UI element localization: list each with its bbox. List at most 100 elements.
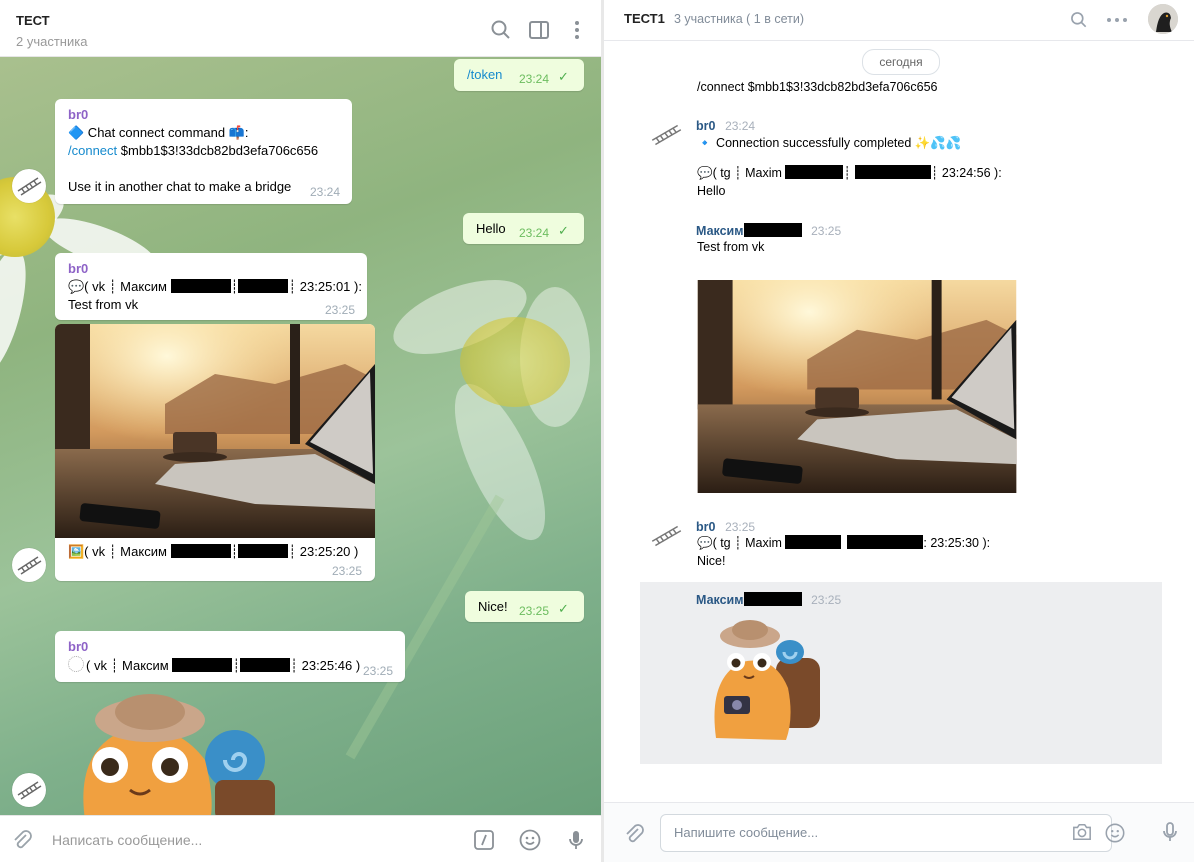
redacted-block [785, 535, 842, 549]
search-icon[interactable] [1069, 10, 1089, 30]
message-line: 💬( tg ┊ Maxim : 23:25:30 ): [697, 535, 990, 552]
redacted-block [170, 279, 231, 293]
message-text: /connect $mbb1$3!33dcb82bd3efa706c656 [697, 80, 938, 94]
sender-name[interactable]: br0 [68, 261, 88, 276]
chat-title[interactable]: ТЕСТ [16, 13, 50, 28]
read-check-icon: ✓ [558, 601, 569, 616]
message-time[interactable]: 23:24 [725, 119, 755, 133]
more-menu-icon[interactable] [1105, 10, 1129, 30]
sender-name[interactable]: br0 [68, 639, 88, 654]
message-line: 🖼️( vk ┊ Максим ┊ ┊ 23:25:20 ) [68, 543, 358, 561]
sidebar-toggle-icon[interactable] [527, 18, 551, 42]
message-text[interactable]: /token [467, 66, 502, 84]
outgoing-message[interactable]: /token 23:24 ✓ [454, 59, 584, 91]
laptop-coffee-photo [55, 324, 375, 538]
cat-sticker[interactable] [704, 618, 824, 744]
ladder-icon [17, 556, 42, 575]
avatar[interactable] [648, 518, 684, 554]
redacted-block [240, 658, 291, 672]
message-time: 23:24 [519, 72, 550, 86]
emoji-icon[interactable] [1104, 822, 1126, 844]
read-check-icon: ✓ [558, 223, 569, 238]
message-time[interactable]: 23:25 [725, 520, 755, 534]
message-time: 23:25 [325, 303, 356, 317]
cat-sticker[interactable] [75, 690, 295, 820]
chat-member-count: 2 участника [16, 34, 88, 49]
message-line: 🔷 Chat connect command 📫: [68, 124, 249, 142]
avatar[interactable] [12, 773, 46, 807]
command-arg: $mbb1$3!33dcb82bd3efa706c656 [117, 143, 319, 158]
selected-message-row[interactable]: Максим 23:25 [640, 582, 1162, 764]
separator: ┊ [230, 279, 239, 294]
ladder-icon [17, 177, 42, 196]
message-line: 💬( vk ┊ Максим ┊ ┊ 23:25:01 ): [68, 278, 362, 296]
message-header: br0 23:24 [696, 118, 755, 133]
chat-avatar[interactable] [1148, 4, 1178, 34]
redacted-block [238, 544, 289, 558]
message-time: 23:24 [519, 226, 550, 240]
outgoing-message[interactable]: Hello 23:24 ✓ [463, 213, 584, 244]
message-text: ( vk ┊ Максим [86, 658, 173, 673]
message-header: br0 23:25 [696, 519, 755, 534]
redacted-block [743, 592, 802, 606]
microphone-icon[interactable] [564, 828, 588, 852]
avatar[interactable] [12, 548, 46, 582]
ladder-icon [651, 525, 682, 547]
outgoing-message[interactable]: Nice! 23:25 ✓ [465, 591, 584, 622]
chat-header: ТЕСТ 2 участника [0, 0, 601, 57]
command-link[interactable]: /connect [68, 143, 117, 158]
message-line: /connect $mbb1$3!33dcb82bd3efa706c656 [68, 142, 318, 160]
attach-icon[interactable] [622, 822, 646, 846]
bot-command-icon[interactable] [472, 828, 496, 852]
separator: ┊ [843, 166, 851, 180]
sender-name[interactable]: Максим [696, 224, 744, 238]
sender-name[interactable]: br0 [68, 107, 88, 122]
ladder-icon [17, 781, 42, 800]
incoming-message[interactable]: br0 🔷 Chat connect command 📫: /connect $… [55, 99, 352, 204]
chat-member-count[interactable]: 3 участника ( 1 в сети) [674, 12, 804, 26]
sender-name[interactable]: br0 [696, 520, 715, 534]
message-line: 💬( tg ┊ Maxim ┊ ┊ 23:24:56 ): [697, 165, 1002, 182]
message-time[interactable]: 23:25 [811, 593, 841, 607]
redacted-block [847, 535, 924, 549]
message-text: Hello [476, 221, 506, 236]
message-text: 🔹 Connection successfully completed ✨💦💦 [697, 136, 962, 150]
redacted-block [238, 279, 289, 293]
incoming-message[interactable]: br0 ( vk ┊ Максим ┊ ┊ 23:25:46 ) 23:25 [55, 631, 405, 682]
incoming-message[interactable]: br0 💬( vk ┊ Максим ┊ ┊ 23:25:01 ): Test f… [55, 253, 367, 320]
message-text: 💬( tg ┊ Maxim [697, 536, 786, 550]
incoming-photo-message[interactable]: 🖼️( vk ┊ Максим ┊ ┊ 23:25:20 ) 23:25 [55, 324, 375, 581]
message-text: Nice! [697, 554, 726, 568]
avatar[interactable] [12, 169, 46, 203]
avatar[interactable] [648, 117, 684, 153]
cat-explorer-sticker [714, 620, 820, 740]
message-header: Максим 23:25 [696, 223, 841, 238]
sender-name[interactable]: Максим [696, 593, 744, 607]
photo[interactable] [697, 280, 1017, 493]
message-text: Chat connect command 📫: [84, 125, 249, 140]
emoji-icon[interactable] [518, 828, 542, 852]
message-time: 23:24 [310, 185, 341, 199]
message-text: Use it in another chat to make a bridge [68, 179, 292, 194]
microphone-icon[interactable] [1158, 820, 1182, 844]
message-text: Nice! [478, 599, 508, 614]
message-input[interactable]: Написать сообщение... [52, 832, 202, 848]
more-menu-icon[interactable] [565, 18, 589, 42]
redacted-block [170, 544, 231, 558]
message-composer: Написать сообщение... [0, 815, 601, 862]
chat-header: ТЕСТ1 3 участника ( 1 в сети) [604, 0, 1194, 41]
camera-icon[interactable] [1071, 822, 1093, 842]
message-time: 23:25 [363, 664, 394, 678]
message-input[interactable]: Напишите сообщение... [674, 825, 818, 840]
attach-icon[interactable] [10, 828, 34, 852]
message-text: ┊ 23:25:01 ): [288, 279, 362, 294]
chat-title[interactable]: ТЕСТ1 [624, 11, 665, 26]
sender-name[interactable]: br0 [696, 119, 715, 133]
photo[interactable] [55, 324, 375, 538]
message-time[interactable]: 23:25 [811, 224, 841, 238]
message-time: 23:25 [332, 564, 363, 578]
message-text: ┊ 23:25:46 ) [290, 658, 361, 673]
search-icon[interactable] [489, 18, 513, 42]
cat-explorer-sticker [83, 694, 275, 820]
message-text: ┊ 23:24:56 ): [930, 166, 1002, 180]
